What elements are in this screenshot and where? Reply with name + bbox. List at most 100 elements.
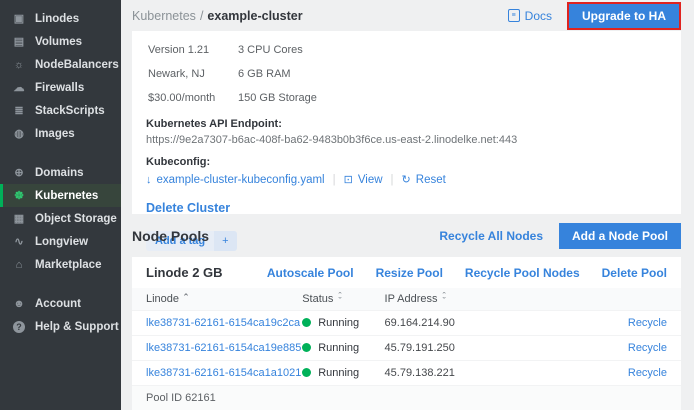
node-pool-card: Linode 2 GB Autoscale Pool Resize Pool R… — [132, 257, 681, 410]
divider: | — [391, 174, 394, 186]
breadcrumb: Kubernetes / example-cluster — [132, 9, 303, 23]
column-header-actions — [560, 288, 681, 311]
breadcrumb-separator: / — [200, 9, 203, 23]
pool-header: Linode 2 GB Autoscale Pool Resize Pool R… — [132, 257, 681, 288]
sidebar-item-account[interactable]: ☻ Account — [0, 292, 121, 315]
delete-pool-link[interactable]: Delete Pool — [602, 266, 667, 280]
divider: | — [333, 174, 336, 186]
autoscale-pool-link[interactable]: Autoscale Pool — [267, 266, 354, 280]
upgrade-to-ha-button[interactable]: Upgrade to HA — [569, 4, 679, 28]
sidebar-item-label: Account — [35, 298, 81, 310]
status-text: Running — [318, 367, 359, 379]
download-icon: ↓ — [146, 174, 152, 186]
volumes-icon: ▤ — [12, 35, 26, 48]
sidebar-item-label: Images — [35, 128, 75, 140]
sidebar-item-label: StackScripts — [35, 105, 105, 117]
sidebar-item-label: Linodes — [35, 13, 79, 25]
sidebar-item-linodes[interactable]: ▣ Linodes — [0, 7, 121, 30]
sidebar-group-services: ⊕ Domains ☸ Kubernetes ▦ Object Storage … — [0, 161, 121, 276]
breadcrumb-kubernetes-link[interactable]: Kubernetes — [132, 9, 196, 23]
table-header-row: Linode ˆ Statusˆˇ IP Address ˆˇ — [132, 288, 681, 311]
stackscripts-icon: ≣ — [12, 104, 26, 117]
pool-action-links: Autoscale Pool Resize Pool Recycle Pool … — [267, 266, 667, 280]
sidebar-item-label: Marketplace — [35, 259, 101, 271]
node-link[interactable]: lke38731-62161-6154ca19c2ca — [132, 311, 302, 336]
firewalls-icon: ☁ — [12, 81, 26, 94]
sidebar-group-account: ☻ Account ? Help & Support — [0, 292, 121, 338]
sidebar-item-label: Firewalls — [35, 82, 84, 94]
page-header: Kubernetes / example-cluster ≡ Docs Upgrad… — [132, 0, 681, 31]
node-pools-actions: Recycle All Nodes Add a Node Pool — [439, 223, 681, 249]
kubeconfig-reset-link[interactable]: ↻ Reset — [402, 173, 446, 186]
recycle-pool-nodes-link[interactable]: Recycle Pool Nodes — [465, 266, 580, 280]
column-label: Linode — [146, 293, 179, 305]
node-pools-title: Node Pools — [132, 228, 209, 244]
cluster-cpu: 3 CPU Cores — [238, 44, 317, 66]
sidebar-item-stackscripts[interactable]: ≣ StackScripts — [0, 99, 121, 122]
docs-link[interactable]: ≡ Docs — [508, 9, 552, 23]
account-icon: ☻ — [12, 298, 26, 310]
pool-name: Linode 2 GB — [146, 265, 223, 280]
kubernetes-icon: ☸ — [12, 189, 26, 202]
delete-cluster-link[interactable]: Delete Cluster — [146, 201, 230, 215]
sidebar-item-images[interactable]: ◍ Images — [0, 122, 121, 145]
column-header-linode[interactable]: Linode ˆ — [132, 288, 302, 311]
sidebar: ▣ Linodes ▤ Volumes ☼ NodeBalancers ☁ Fi… — [0, 0, 121, 410]
sidebar-item-nodebalancers[interactable]: ☼ NodeBalancers — [0, 53, 121, 76]
view-icon: ⊡ — [344, 173, 353, 186]
main-content: Kubernetes / example-cluster ≡ Docs Upgrad… — [121, 0, 694, 410]
kubeconfig-download-link[interactable]: ↓ example-cluster-kubeconfig.yaml — [146, 174, 325, 186]
breadcrumb-current-cluster: example-cluster — [207, 9, 302, 23]
sidebar-item-kubernetes[interactable]: ☸ Kubernetes — [0, 184, 121, 207]
status-dot-icon — [302, 343, 311, 352]
sidebar-item-object-storage[interactable]: ▦ Object Storage — [0, 207, 121, 230]
sidebar-item-firewalls[interactable]: ☁ Firewalls — [0, 76, 121, 99]
view-label: View — [358, 174, 383, 186]
linodes-icon: ▣ — [12, 12, 26, 25]
recycle-all-nodes-link[interactable]: Recycle All Nodes — [439, 229, 543, 243]
cluster-summary-card: Version 1.21 3 CPU Cores Newark, NJ 6 GB… — [132, 31, 681, 214]
sidebar-item-label: NodeBalancers — [35, 59, 119, 71]
images-icon: ◍ — [12, 127, 26, 140]
node-link[interactable]: lke38731-62161-6154ca1a1021 — [132, 361, 302, 386]
cluster-version: Version 1.21 — [148, 44, 236, 66]
spec-row: Newark, NJ 6 GB RAM — [148, 68, 317, 90]
pool-id-footer: Pool ID 62161 — [132, 385, 681, 410]
column-label: IP Address — [385, 293, 438, 305]
reset-label: Reset — [416, 174, 446, 186]
table-row: lke38731-62161-6154ca19e885 Running 45.7… — [132, 336, 681, 361]
node-status: Running — [302, 361, 384, 386]
recycle-node-link[interactable]: Recycle — [560, 311, 681, 336]
sidebar-item-help-support[interactable]: ? Help & Support — [0, 315, 121, 338]
recycle-node-link[interactable]: Recycle — [560, 336, 681, 361]
column-header-status[interactable]: Statusˆˇ — [302, 288, 384, 311]
kubeconfig-file-name: example-cluster-kubeconfig.yaml — [157, 174, 325, 186]
sidebar-item-label: Volumes — [35, 36, 82, 48]
header-actions: ≡ Docs Upgrade to HA — [508, 2, 681, 30]
node-ip: 45.79.138.221 — [385, 361, 561, 386]
sidebar-item-longview[interactable]: ∿ Longview — [0, 230, 121, 253]
node-link[interactable]: lke38731-62161-6154ca19e885 — [132, 336, 302, 361]
sidebar-item-marketplace[interactable]: ⌂ Marketplace — [0, 253, 121, 276]
recycle-node-link[interactable]: Recycle — [560, 361, 681, 386]
sidebar-item-domains[interactable]: ⊕ Domains — [0, 161, 121, 184]
add-node-pool-button[interactable]: Add a Node Pool — [559, 223, 681, 249]
cluster-ram: 6 GB RAM — [238, 68, 317, 90]
pool-nodes-table: Linode ˆ Statusˆˇ IP Address ˆˇ lke38731-6… — [132, 288, 681, 385]
cluster-specs-table: Version 1.21 3 CPU Cores Newark, NJ 6 GB… — [146, 42, 319, 116]
sort-ascending-icon: ˆ — [184, 293, 188, 305]
nodebalancers-icon: ☼ — [12, 59, 26, 71]
kubeconfig-label: Kubeconfig: — [146, 156, 667, 168]
column-header-ip-address[interactable]: IP Address ˆˇ — [385, 288, 561, 311]
cluster-price: $30.00/month — [148, 92, 236, 114]
status-dot-icon — [302, 368, 311, 377]
sidebar-item-label: Longview — [35, 236, 88, 248]
sidebar-item-volumes[interactable]: ▤ Volumes — [0, 30, 121, 53]
sort-icon: ˆˇ — [443, 294, 446, 304]
node-status: Running — [302, 311, 384, 336]
resize-pool-link[interactable]: Resize Pool — [376, 266, 443, 280]
kubeconfig-view-link[interactable]: ⊡ View — [344, 173, 383, 186]
status-dot-icon — [302, 318, 311, 327]
spec-row: Version 1.21 3 CPU Cores — [148, 44, 317, 66]
table-row: lke38731-62161-6154ca19c2ca Running 69.1… — [132, 311, 681, 336]
